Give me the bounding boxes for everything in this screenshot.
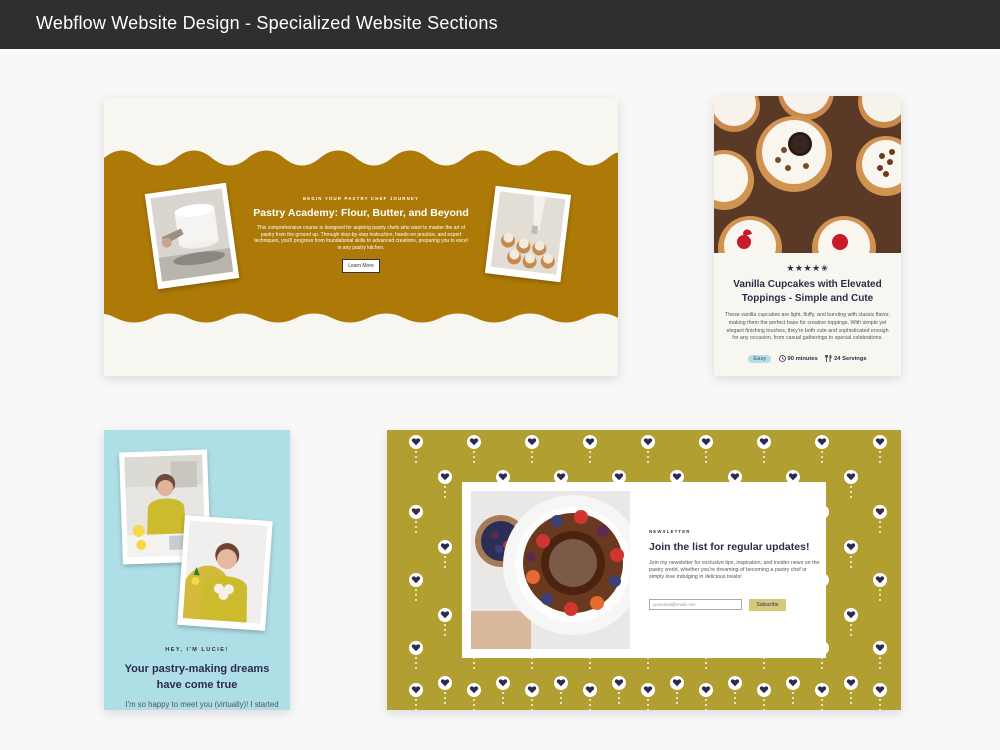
newsletter-description: Join my newsletter for exclusive tips, i… [649,560,820,580]
utensils-icon [825,354,832,362]
newsletter-box: NEWSLETTER Join the list for regular upd… [462,482,826,658]
heart-icon [843,607,859,637]
heart-icon [843,469,859,499]
heart-icon [524,434,540,464]
recipe-meta: Easy 90 minutes 24 Servings [714,354,901,363]
heart-icon [814,434,830,464]
recipe-card[interactable]: ★★★★✬ Vanilla Cupcakes with Elevated Top… [714,96,901,376]
heart-icon [843,675,859,705]
berry-tart-photo [471,491,630,649]
subscribe-button[interactable]: Subscribe [749,599,786,611]
heart-icon [466,682,482,710]
academy-content: BEGIN YOUR PASTRY CHEF JOURNEY Pastry Ac… [244,196,478,273]
lucie-portrait-photo [177,515,273,631]
heart-icon [437,607,453,637]
heart-icon [872,572,888,602]
heart-icon [437,539,453,569]
heart-icon [756,434,772,464]
rating-stars: ★★★★✬ [786,263,829,273]
heart-icon [640,434,656,464]
time-label: 90 minutes [787,356,818,363]
servings-label: 24 Servings [834,356,867,363]
heart-icon [408,572,424,602]
heart-icon [843,539,859,569]
recipe-description: These vanilla cupcakes are light, fluffy… [725,312,890,342]
heart-icon [640,682,656,710]
lucie-intro-text: I'm so happy to meet you (virtually)! I … [125,700,279,709]
heart-icon [785,675,801,705]
newsletter-title: Join the list for regular updates! [649,541,810,553]
heart-icon [872,504,888,534]
heart-icon [872,434,888,464]
difficulty-badge: Easy [748,355,772,363]
piping-cupcakes-photo [484,185,572,283]
academy-title: Pastry Academy: Flour, Butter, and Beyon… [253,207,469,219]
email-input[interactable]: youremail@email.com [649,599,742,610]
clock-icon [778,355,786,362]
heart-icon [582,682,598,710]
heart-icon [611,675,627,705]
lucie-kicker: HEY, I'M LUCIE! [165,647,229,653]
newsletter-section-card[interactable]: NEWSLETTER Join the list for regular upd… [387,430,901,710]
time-info: 90 minutes [778,355,818,363]
heart-icon [495,675,511,705]
heart-icon [698,434,714,464]
academy-kicker: BEGIN YOUR PASTRY CHEF JOURNEY [302,196,420,201]
heart-icon [814,682,830,710]
page-title: Webflow Website Design - Specialized Web… [36,13,498,33]
heart-icon [437,675,453,705]
top-bar: Webflow Website Design - Specialized Web… [0,0,1000,49]
heart-icon [582,434,598,464]
cupcakes-photo [714,96,901,253]
heart-icon [408,504,424,534]
heart-icon [408,434,424,464]
heart-icon [727,675,743,705]
newsletter-kicker: NEWSLETTER [649,529,691,534]
lucie-title: Your pastry-making dreams have come true [124,663,270,691]
heart-icon [756,682,772,710]
recipe-title: Vanilla Cupcakes with Elevated Toppings … [733,279,882,304]
heart-icon [408,682,424,710]
heart-icon [872,682,888,710]
heart-icon [698,682,714,710]
learn-more-button[interactable]: Learn More [342,259,380,273]
heart-icon [437,469,453,499]
heart-icon [669,675,685,705]
cake-decorating-photo [144,182,240,290]
servings-info: 24 Servings [825,354,867,363]
about-lucie-card[interactable]: HEY, I'M LUCIE! Your pastry-making dream… [104,430,290,710]
heart-icon [408,640,424,670]
heart-icon [524,682,540,710]
heart-icon [553,675,569,705]
heart-icon [466,434,482,464]
pastry-academy-section-card[interactable]: BEGIN YOUR PASTRY CHEF JOURNEY Pastry Ac… [104,98,618,376]
academy-description: This comprehensive course is designed fo… [254,225,468,251]
heart-icon [872,640,888,670]
